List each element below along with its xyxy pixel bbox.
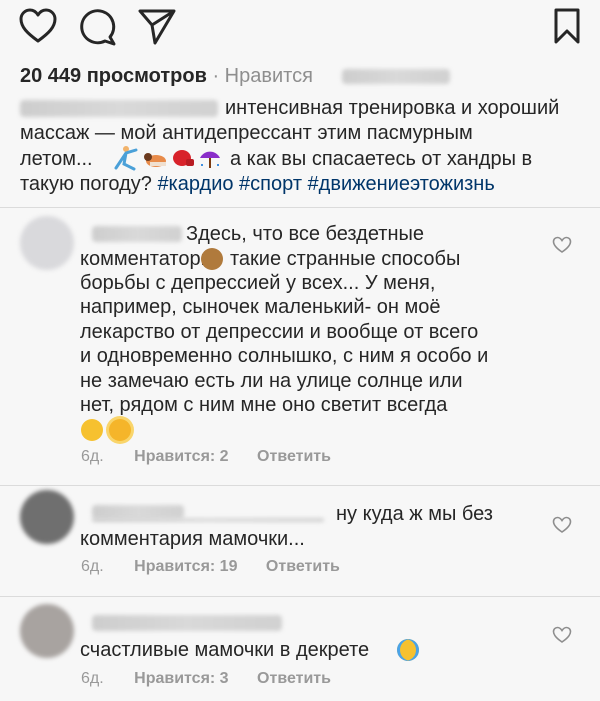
caption-emojis bbox=[112, 144, 222, 172]
comment-meta: 6д. Нравится: 2 Ответить bbox=[81, 448, 331, 466]
comment-meta: 6д. Нравится: 19 Ответить bbox=[81, 558, 340, 576]
comment-likes[interactable]: Нравится: 3 bbox=[134, 670, 228, 687]
comment-text: например, сыночек маленький- он моё bbox=[80, 296, 441, 318]
sun-face-emoji bbox=[109, 419, 131, 441]
comment-divider bbox=[0, 596, 600, 597]
reply-button[interactable]: Ответить bbox=[257, 448, 331, 465]
comment-text: не замечаю есть ли на улице солнце или bbox=[80, 370, 463, 392]
comment-divider bbox=[0, 485, 600, 486]
avatar[interactable] bbox=[20, 604, 74, 658]
caption-divider bbox=[0, 207, 600, 208]
reply-button[interactable]: Ответить bbox=[257, 670, 331, 687]
comment-text: борьбы с депрессией у всех... У меня, bbox=[80, 272, 436, 294]
caption-line: летом... bbox=[20, 147, 93, 171]
bookmark-icon[interactable] bbox=[553, 8, 581, 44]
comment-text: счастливые мамочки в декрете bbox=[80, 639, 370, 661]
comment-text: ну куда ж мы без bbox=[336, 503, 493, 525]
comment-text: и одновременно солнышко, с ним я особо и bbox=[80, 345, 489, 367]
caption-text: такую погоду? bbox=[20, 173, 152, 195]
comment-text: Здесь, что все бездетные bbox=[186, 223, 424, 245]
blurred-username bbox=[92, 615, 282, 631]
blurred-username bbox=[92, 226, 182, 242]
comment-likes[interactable]: Нравится: 19 bbox=[134, 558, 237, 575]
comment-text: комментаторы bbox=[80, 248, 215, 270]
blurred-username bbox=[92, 518, 324, 522]
caption-line: такую погоду? #кардио #спорт #движениеэт… bbox=[20, 172, 495, 196]
hashtags-link[interactable]: #кардио #спорт #движениеэтожизнь bbox=[157, 173, 494, 195]
caption-line: а как вы спасаетесь от хандры в bbox=[230, 148, 533, 170]
comment-age: 6д. bbox=[81, 558, 104, 575]
comment-text: нет, рядом с ним мне оно светит всегда bbox=[80, 394, 448, 416]
comment-meta: 6д. Нравится: 3 Ответить bbox=[81, 670, 331, 688]
comment-age: 6д. bbox=[81, 670, 104, 687]
caption-line: массаж — мой антидепрессант этим пасмурн… bbox=[20, 122, 473, 144]
caption-text: летом... bbox=[20, 148, 93, 170]
comment-age: 6д. bbox=[81, 448, 104, 465]
reply-button[interactable]: Ответить bbox=[266, 558, 340, 575]
avatar[interactable] bbox=[20, 216, 74, 270]
comment-text: лекарство от депрессии и вообще от всего bbox=[80, 321, 479, 343]
blurred-author-name bbox=[20, 100, 218, 117]
blurred-username bbox=[92, 505, 184, 519]
likes-separator: · bbox=[212, 65, 220, 87]
umbrella-emoji bbox=[200, 151, 220, 168]
comment-icon[interactable] bbox=[79, 8, 117, 46]
likes-label[interactable]: Нравится bbox=[225, 65, 313, 87]
avatar[interactable] bbox=[20, 490, 74, 544]
comment-text: такие странные способы bbox=[230, 248, 461, 270]
grinning-face-emoji bbox=[81, 419, 103, 441]
caption-line: интенсивная тренировка и хороший bbox=[225, 97, 560, 119]
comment-like-heart-icon[interactable] bbox=[552, 516, 572, 534]
comment-text: комментария мамочки... bbox=[80, 528, 305, 550]
comment-like-heart-icon[interactable] bbox=[552, 236, 572, 254]
tears-of-joy-emoji bbox=[397, 639, 419, 661]
gymnast-emoji bbox=[114, 146, 138, 171]
comment-like-heart-icon[interactable] bbox=[552, 626, 572, 644]
boxing-glove-emoji bbox=[173, 150, 194, 166]
views-count[interactable]: 20 449 просмотров bbox=[20, 65, 207, 87]
send-icon[interactable] bbox=[137, 8, 177, 46]
like-heart-icon[interactable] bbox=[19, 8, 57, 44]
views-line: 20 449 просмотров · Нравится bbox=[20, 64, 313, 88]
comment-likes[interactable]: Нравится: 2 bbox=[134, 448, 228, 465]
see-no-evil-monkey-emoji bbox=[201, 248, 223, 270]
blurred-username bbox=[342, 69, 450, 84]
massage-emoji bbox=[144, 153, 166, 167]
